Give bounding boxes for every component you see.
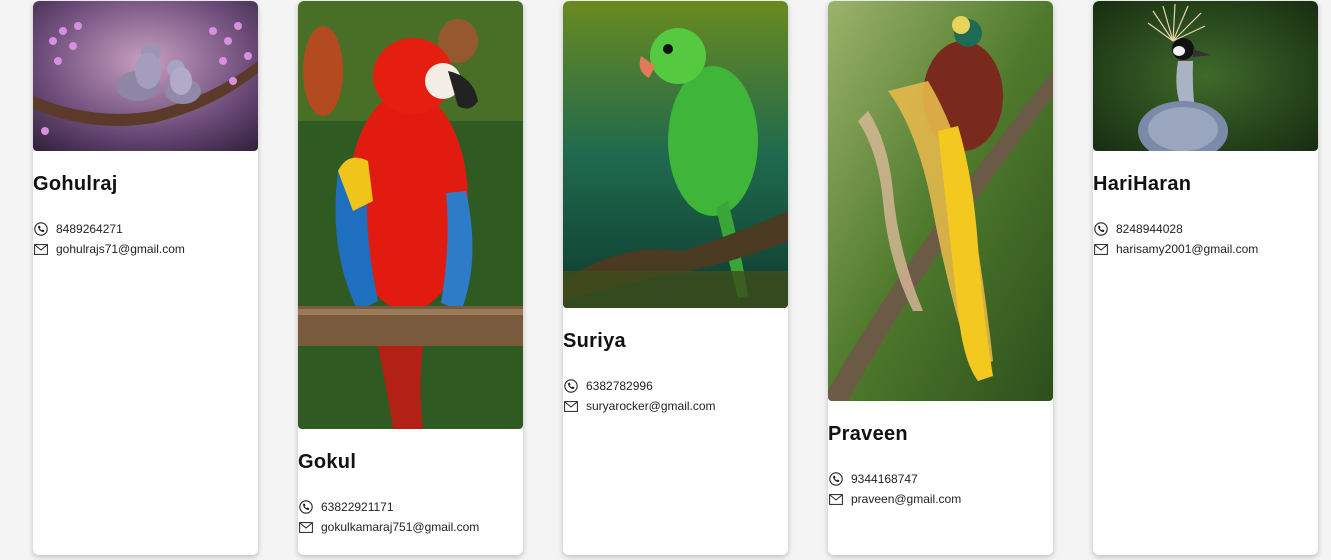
phone-row: 6382782996: [563, 376, 788, 396]
phone-icon: [33, 222, 49, 236]
phone-row: 8489264271: [33, 219, 258, 239]
phone-number: 63822921171: [321, 500, 394, 514]
contact-card-praveen: Praveen 9344168747 praveen@gmail.com: [828, 1, 1053, 555]
mail-icon: [828, 492, 844, 506]
email-address: suryarocker@gmail.com: [586, 399, 716, 413]
contact-card-gohulraj: Gohulraj 8489264271 gohulrajs71@gmail.co…: [33, 1, 258, 555]
mail-icon: [298, 520, 314, 534]
card-image-macaw: [298, 1, 523, 429]
contact-name: HariHaran: [1093, 173, 1192, 195]
contact-card-hariharan: HariHaran 8248944028 harisamy2001@gmail.…: [1093, 1, 1318, 555]
phone-icon: [1093, 222, 1109, 236]
email-row: praveen@gmail.com: [828, 489, 1053, 509]
mail-icon: [563, 399, 579, 413]
card-image-parakeet: [563, 1, 788, 308]
contact-card-suriya: Suriya 6382782996 suryarocker@gmail.com: [563, 1, 788, 555]
phone-icon: [563, 379, 579, 393]
contact-name: Praveen: [828, 423, 908, 445]
contact-name: Gohulraj: [33, 173, 118, 195]
email-row: gohulrajs71@gmail.com: [33, 239, 258, 259]
card-image-doves: [33, 1, 258, 151]
card-image-bird-of-paradise: [828, 1, 1053, 401]
mail-icon: [33, 242, 49, 256]
contact-name: Gokul: [298, 451, 357, 473]
phone-icon: [298, 500, 314, 514]
email-address: gohulrajs71@gmail.com: [56, 242, 185, 256]
phone-row: 8248944028: [1093, 219, 1318, 239]
email-address: gokulkamaraj751@gmail.com: [321, 520, 480, 534]
phone-number: 9344168747: [851, 472, 918, 486]
email-address: praveen@gmail.com: [851, 492, 962, 506]
phone-row: 9344168747: [828, 469, 1053, 489]
mail-icon: [1093, 242, 1109, 256]
email-row: harisamy2001@gmail.com: [1093, 239, 1318, 259]
contact-card-gokul: Gokul 63822921171 gokulkamaraj751@gmail.…: [298, 1, 523, 555]
email-row: gokulkamaraj751@gmail.com: [298, 517, 523, 537]
phone-row: 63822921171: [298, 497, 523, 517]
card-image-crowned-crane: [1093, 1, 1318, 151]
contact-name: Suriya: [563, 330, 626, 352]
phone-number: 6382782996: [586, 379, 653, 393]
phone-number: 8489264271: [56, 222, 123, 236]
email-address: harisamy2001@gmail.com: [1116, 242, 1259, 256]
phone-icon: [828, 472, 844, 486]
email-row: suryarocker@gmail.com: [563, 396, 788, 416]
phone-number: 8248944028: [1116, 222, 1183, 236]
